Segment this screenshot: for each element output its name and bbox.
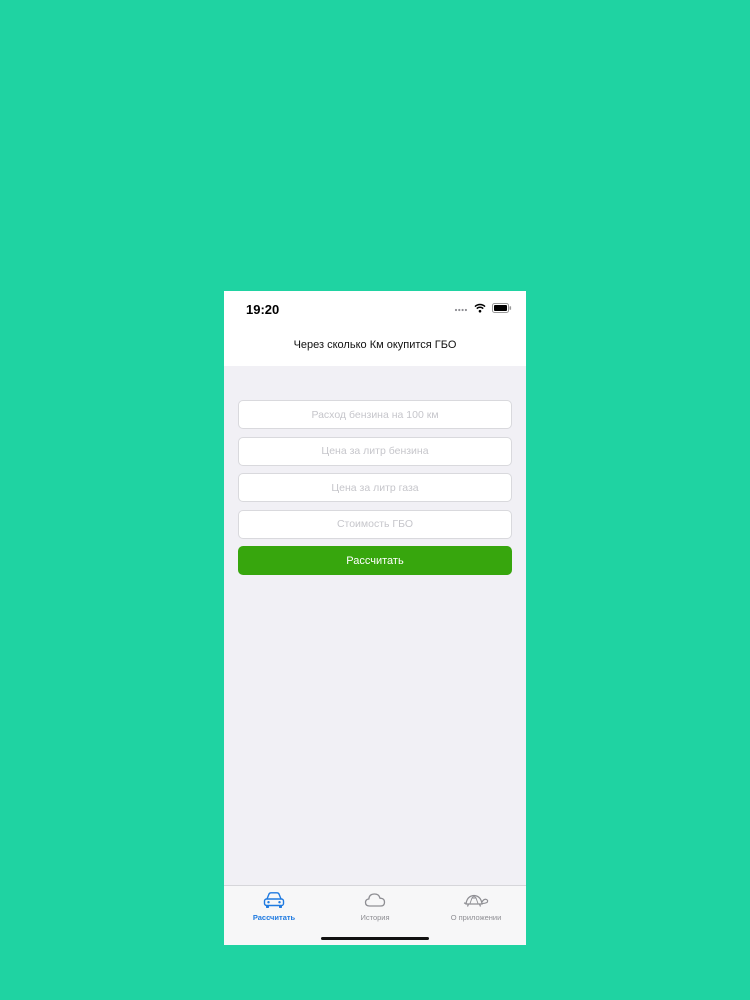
- signal-icon: [454, 300, 468, 318]
- tab-calculate[interactable]: Рассчитать: [224, 890, 324, 926]
- tab-calculate-label: Рассчитать: [252, 913, 296, 922]
- home-indicator[interactable]: [321, 937, 429, 940]
- page-title: Через сколько Км окупится ГБО: [293, 339, 457, 351]
- tab-about-label: О приложении: [450, 913, 502, 922]
- tab-history-label: История: [360, 913, 390, 922]
- status-icons: [454, 303, 512, 315]
- cloud-icon: [364, 890, 386, 910]
- status-time: 19:20: [246, 302, 280, 317]
- calculator-form: Рассчитать: [238, 400, 512, 575]
- status-bar: 19:20: [224, 291, 526, 327]
- phone-screen: 19:20 Через сколько Км окупится ГБО Расх…: [224, 291, 526, 945]
- calculate-button[interactable]: Рассчитать: [238, 546, 512, 575]
- battery-icon: [492, 300, 512, 318]
- tab-about[interactable]: О приложении: [426, 890, 526, 926]
- turtle-icon: [462, 890, 490, 910]
- gas-price-input[interactable]: [238, 473, 512, 502]
- fuel-consumption-input[interactable]: [238, 400, 512, 429]
- navigation-bar: Через сколько Км окупится ГБО: [224, 327, 526, 366]
- petrol-price-input[interactable]: [238, 436, 512, 466]
- lpg-cost-input[interactable]: [238, 509, 512, 539]
- wifi-icon: [474, 300, 486, 318]
- tab-history[interactable]: История: [325, 890, 425, 926]
- tab-bar: Рассчитать История О приложении: [224, 885, 526, 945]
- car-icon: [263, 890, 285, 910]
